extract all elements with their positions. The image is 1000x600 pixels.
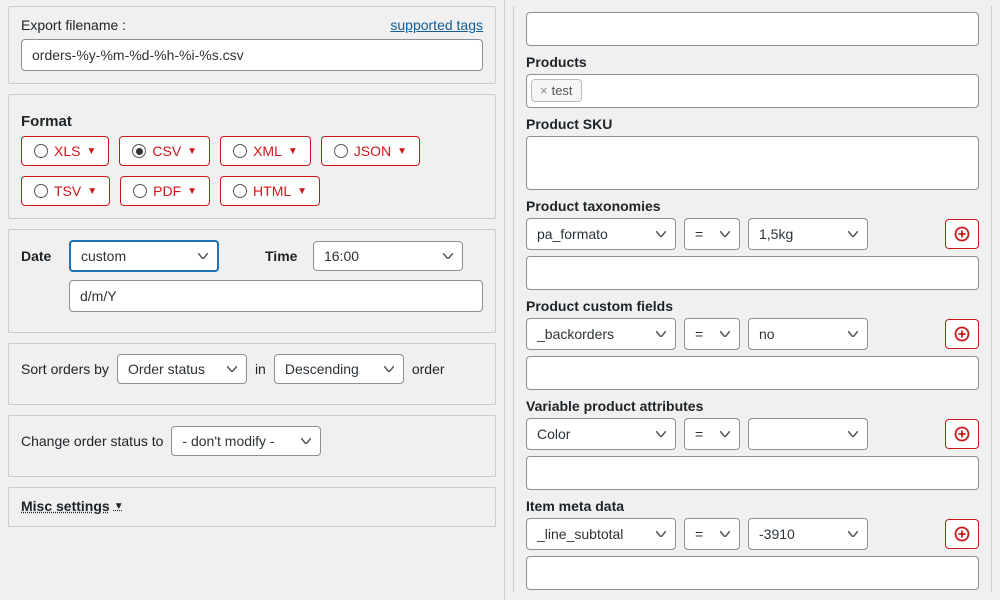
itemmeta-value-select[interactable]: -3910	[748, 518, 868, 550]
export-filename-panel: Export filename : supported tags	[8, 6, 496, 84]
time-select[interactable]: 16:00	[313, 241, 463, 271]
format-option-csv[interactable]: CSV ▼	[119, 136, 210, 166]
datetime-panel: Date custom Time 16:00	[8, 229, 496, 333]
format-option-tsv[interactable]: TSV ▼	[21, 176, 110, 206]
taxonomies-add-button[interactable]	[945, 219, 979, 249]
taxonomies-label: Product taxonomies	[526, 198, 979, 214]
customfields-field-select[interactable]: _backorders	[526, 318, 676, 350]
varattrs-label: Variable product attributes	[526, 398, 979, 414]
format-option-pdf[interactable]: PDF ▼	[120, 176, 210, 206]
plus-circle-icon	[954, 526, 970, 542]
itemmeta-row: _line_subtotal = -3910	[526, 518, 979, 550]
misc-settings-toggle[interactable]: Misc settings ▼	[21, 498, 124, 514]
varattrs-field-select[interactable]: Color	[526, 418, 676, 450]
product-tag: × test	[531, 79, 582, 102]
varattrs-value-select[interactable]	[748, 418, 868, 450]
radio-icon	[34, 184, 48, 198]
sku-input[interactable]	[526, 136, 979, 190]
sort-suffix: order	[412, 361, 445, 377]
caret-down-icon: ▼	[187, 186, 197, 197]
customfields-value-select[interactable]: no	[748, 318, 868, 350]
caret-down-icon: ▼	[187, 146, 197, 157]
date-format-input[interactable]	[69, 280, 483, 312]
plus-circle-icon	[954, 226, 970, 242]
customfields-add-button[interactable]	[945, 319, 979, 349]
export-filename-label: Export filename :	[21, 17, 126, 33]
format-option-html[interactable]: HTML ▼	[220, 176, 320, 206]
products-label: Products	[526, 54, 979, 70]
taxonomies-result-box[interactable]	[526, 256, 979, 290]
format-option-json[interactable]: JSON ▼	[321, 136, 420, 166]
itemmeta-add-button[interactable]	[945, 519, 979, 549]
format-option-xls[interactable]: XLS ▼	[21, 136, 109, 166]
taxonomies-value-select[interactable]: 1,5kg	[748, 218, 868, 250]
format-option-xml[interactable]: XML ▼	[220, 136, 311, 166]
sort-field-select[interactable]: Order status	[117, 354, 247, 384]
customfields-row: _backorders = no	[526, 318, 979, 350]
plus-circle-icon	[954, 326, 970, 342]
itemmeta-field-select[interactable]: _line_subtotal	[526, 518, 676, 550]
itemmeta-label: Item meta data	[526, 498, 979, 514]
remove-tag-icon[interactable]: ×	[540, 83, 548, 98]
plus-circle-icon	[954, 426, 970, 442]
format-label: JSON	[354, 143, 391, 159]
format-label: PDF	[153, 183, 181, 199]
misc-panel: Misc settings ▼	[8, 487, 496, 527]
date-label: Date	[21, 248, 61, 264]
caret-down-icon: ▼	[114, 501, 124, 512]
top-empty-box[interactable]	[526, 12, 979, 46]
taxonomies-op-select[interactable]: =	[684, 218, 740, 250]
radio-icon	[132, 144, 146, 158]
itemmeta-result-box[interactable]	[526, 556, 979, 590]
format-label: CSV	[152, 143, 181, 159]
export-filename-input[interactable]	[21, 39, 483, 71]
customfields-label: Product custom fields	[526, 298, 979, 314]
format-label: XML	[253, 143, 282, 159]
supported-tags-link[interactable]: supported tags	[390, 17, 483, 33]
caret-down-icon: ▼	[288, 146, 298, 157]
format-label: XLS	[54, 143, 80, 159]
format-panel: Format XLS ▼ CSV ▼ XML ▼ JSON ▼ TSV ▼ PDF ▼ HTML ▼	[8, 94, 496, 219]
radio-icon	[233, 144, 247, 158]
radio-icon	[334, 144, 348, 158]
caret-down-icon: ▼	[87, 186, 97, 197]
sku-label: Product SKU	[526, 116, 979, 132]
format-label: HTML	[253, 183, 291, 199]
caret-down-icon: ▼	[397, 146, 407, 157]
status-change-select[interactable]: - don't modify -	[171, 426, 321, 456]
caret-down-icon: ▼	[297, 186, 307, 197]
varattrs-row: Color =	[526, 418, 979, 450]
radio-icon	[133, 184, 147, 198]
customfields-result-box[interactable]	[526, 356, 979, 390]
customfields-op-select[interactable]: =	[684, 318, 740, 350]
status-change-panel: Change order status to - don't modify -	[8, 415, 496, 477]
time-label: Time	[265, 248, 305, 264]
format-title: Format	[21, 113, 483, 130]
sort-in: in	[255, 361, 266, 377]
radio-icon	[34, 144, 48, 158]
taxonomies-row: pa_formato = 1,5kg	[526, 218, 979, 250]
varattrs-result-box[interactable]	[526, 456, 979, 490]
sort-panel: Sort orders by Order status in Descendin…	[8, 343, 496, 405]
format-label: TSV	[54, 183, 81, 199]
products-tag-input[interactable]: × test	[526, 74, 979, 108]
radio-icon	[233, 184, 247, 198]
itemmeta-op-select[interactable]: =	[684, 518, 740, 550]
varattrs-op-select[interactable]: =	[684, 418, 740, 450]
sort-direction-select[interactable]: Descending	[274, 354, 404, 384]
caret-down-icon: ▼	[86, 146, 96, 157]
taxonomies-field-select[interactable]: pa_formato	[526, 218, 676, 250]
varattrs-add-button[interactable]	[945, 419, 979, 449]
status-change-label: Change order status to	[21, 433, 163, 449]
sort-prefix: Sort orders by	[21, 361, 109, 377]
date-mode-select[interactable]: custom	[69, 240, 219, 272]
